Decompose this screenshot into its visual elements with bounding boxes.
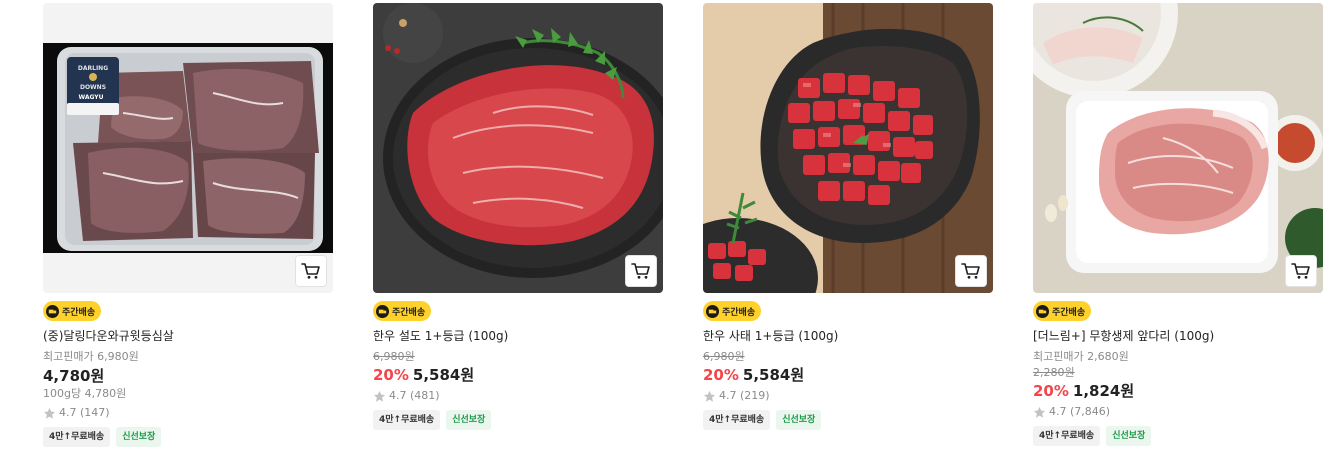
- free-shipping-tag: 4만↑무료배송: [43, 427, 111, 447]
- star-icon: [373, 390, 386, 402]
- product-grid: DARLING DOWNS WAGYU 주간배송 (중)달링다운와규윗등심살 최…: [0, 0, 1334, 461]
- package-label-line1: DARLING: [78, 65, 108, 72]
- free-shipping-tag: 4만↑무료배송: [373, 410, 441, 430]
- product-image[interactable]: [703, 3, 993, 293]
- review-count: (481): [410, 389, 440, 402]
- freshness-tag: 신선보장: [116, 427, 162, 447]
- freshness-tag: 신선보장: [776, 410, 822, 430]
- sale-price: 5,584원: [742, 366, 805, 384]
- sale-price: 5,584원: [412, 366, 475, 384]
- max-price-text: 최고핀매가 2,680원: [1033, 350, 1129, 363]
- rating: 4.7 (147): [43, 405, 333, 421]
- product-card[interactable]: 주간배송 한우 설도 1+등급 (100g) 6,980원 20% 5,584원 …: [373, 3, 663, 430]
- weekly-delivery-badge: 주간배송: [1033, 301, 1092, 321]
- free-shipping-tag: 4만↑무료배송: [1033, 426, 1101, 446]
- package-label-line2: DOWNS: [80, 84, 106, 91]
- product-image[interactable]: [1033, 3, 1323, 293]
- add-to-cart-button[interactable]: [955, 255, 987, 287]
- rating: 4.7 (481): [373, 388, 663, 404]
- add-to-cart-button[interactable]: [295, 255, 327, 287]
- original-price: 6,980원: [373, 350, 415, 363]
- rating-value: 4.7: [719, 389, 737, 402]
- add-to-cart-button[interactable]: [1285, 255, 1317, 287]
- product-image[interactable]: DARLING DOWNS WAGYU: [43, 3, 333, 293]
- price-row: 4,780원: [43, 366, 333, 386]
- truck-icon: [706, 304, 719, 318]
- discount-rate: 20%: [703, 366, 739, 384]
- rating: 4.7 (219): [703, 388, 993, 404]
- cart-icon: [961, 263, 980, 279]
- badge-label: 주간배송: [1052, 307, 1086, 318]
- product-name[interactable]: 한우 설도 1+등급 (100g): [373, 328, 663, 344]
- original-price: 6,980원: [703, 350, 745, 363]
- product-card[interactable]: 주간배송 [더느림+] 무항생제 앞다리 (100g) 최고핀매가 2,680원…: [1033, 3, 1323, 446]
- cart-icon: [1291, 263, 1310, 279]
- max-price-text: 최고핀매가 6,980원: [43, 350, 139, 363]
- free-shipping-tag: 4만↑무료배송: [703, 410, 771, 430]
- price-row: 20% 5,584원: [373, 365, 663, 385]
- wagyu-steak-pack-image: DARLING DOWNS WAGYU: [43, 3, 333, 293]
- badge-label: 주간배송: [722, 307, 756, 318]
- add-to-cart-button[interactable]: [625, 255, 657, 287]
- original-price: 2,280원: [1033, 366, 1075, 379]
- product-name[interactable]: [더느림+] 무항생제 앞다리 (100g): [1033, 328, 1323, 344]
- product-card[interactable]: 주간배송 한우 사태 1+등급 (100g) 6,980원 20% 5,584원 …: [703, 3, 993, 430]
- review-count: (219): [740, 389, 770, 402]
- review-count: (147): [80, 406, 110, 419]
- star-icon: [703, 390, 716, 402]
- truck-icon: [1036, 304, 1049, 318]
- truck-icon: [46, 304, 59, 318]
- star-icon: [43, 407, 56, 419]
- rating: 4.7 (7,846): [1033, 404, 1323, 420]
- truck-icon: [376, 304, 389, 318]
- weekly-delivery-badge: 주간배송: [373, 301, 432, 321]
- product-name[interactable]: (중)달링다운와규윗등심살: [43, 328, 333, 344]
- weekly-delivery-badge: 주간배송: [43, 301, 102, 321]
- cart-icon: [631, 263, 650, 279]
- product-image[interactable]: [373, 3, 663, 293]
- hanwoo-seoldo-image: [373, 3, 663, 293]
- discount-rate: 20%: [1033, 382, 1069, 400]
- discount-rate: 20%: [373, 366, 409, 384]
- price-row: 20% 1,824원: [1033, 381, 1323, 401]
- rating-value: 4.7: [1049, 405, 1067, 418]
- price-row: 20% 5,584원: [703, 365, 993, 385]
- unit-price: 100g당 4,780원: [43, 387, 127, 400]
- package-label-line3: WAGYU: [78, 94, 103, 101]
- rating-value: 4.7: [59, 406, 77, 419]
- sale-price: 4,780원: [43, 367, 105, 385]
- hanwoo-satae-image: [703, 3, 993, 293]
- weekly-delivery-badge: 주간배송: [703, 301, 762, 321]
- review-count: (7,846): [1070, 405, 1111, 418]
- cart-icon: [301, 263, 320, 279]
- freshness-tag: 신선보장: [1106, 426, 1152, 446]
- badge-label: 주간배송: [392, 307, 426, 318]
- pork-shoulder-image: [1033, 3, 1323, 293]
- product-card[interactable]: DARLING DOWNS WAGYU 주간배송 (중)달링다운와규윗등심살 최…: [43, 3, 333, 447]
- product-name[interactable]: 한우 사태 1+등급 (100g): [703, 328, 993, 344]
- rating-value: 4.7: [389, 389, 407, 402]
- freshness-tag: 신선보장: [446, 410, 492, 430]
- sale-price: 1,824원: [1072, 382, 1135, 400]
- badge-label: 주간배송: [62, 307, 96, 318]
- star-icon: [1033, 406, 1046, 418]
